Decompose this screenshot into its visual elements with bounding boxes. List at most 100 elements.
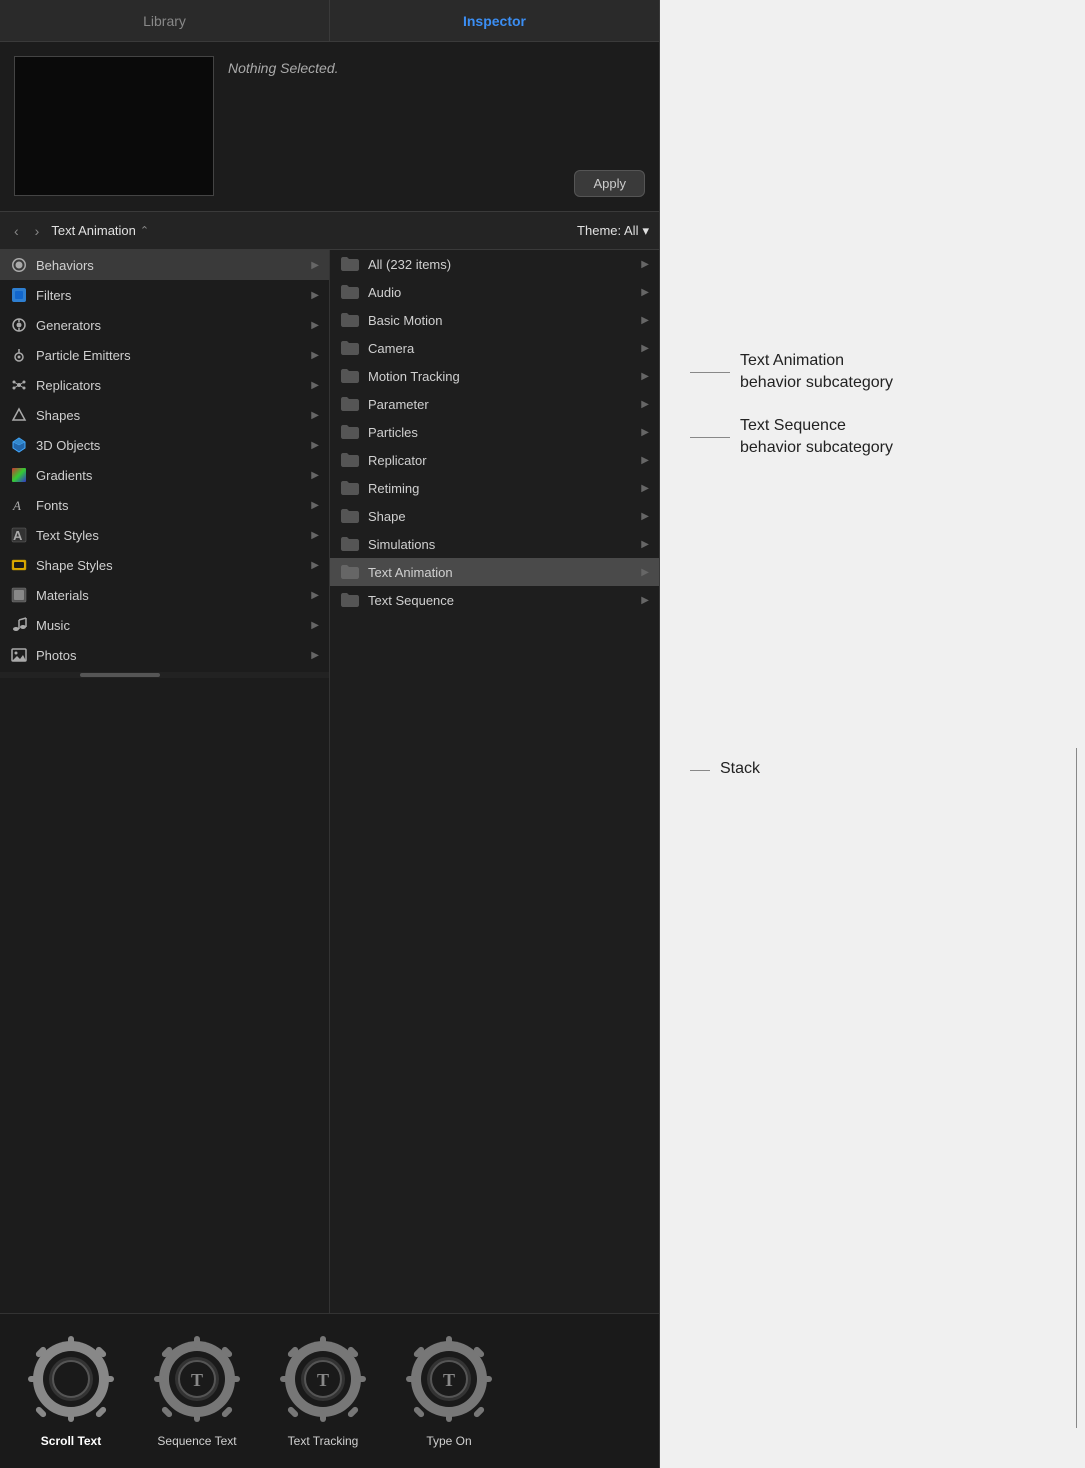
tab-library[interactable]: Library bbox=[0, 0, 330, 41]
nav-back-button[interactable]: ‹ bbox=[10, 221, 23, 241]
preview-item-sequence-text[interactable]: T Sequence Text bbox=[142, 1334, 252, 1448]
preview-area: Nothing Selected. Apply bbox=[0, 42, 659, 212]
type-on-gear-icon: T bbox=[404, 1334, 494, 1424]
type-on-label: Type On bbox=[426, 1434, 471, 1448]
left-panel: Library Inspector Nothing Selected. Appl… bbox=[0, 0, 660, 1468]
gradients-arrow-icon: ▶ bbox=[311, 470, 319, 481]
subcat-audio-arrow-icon: ▶ bbox=[641, 287, 649, 298]
subcat-basic-motion[interactable]: Basic Motion ▶ bbox=[330, 306, 659, 334]
nav-forward-button[interactable]: › bbox=[31, 221, 44, 241]
folder-shape-icon bbox=[340, 508, 360, 524]
categories-panel: Behaviors ▶ Filters ▶ bbox=[0, 250, 330, 1313]
text-styles-label: Text Styles bbox=[36, 528, 303, 543]
nav-theme-chevron-icon: ▾ bbox=[642, 223, 649, 239]
preview-item-scroll-text[interactable]: Scroll Text bbox=[16, 1334, 126, 1448]
fonts-label: Fonts bbox=[36, 498, 303, 513]
category-item-behaviors[interactable]: Behaviors ▶ bbox=[0, 250, 329, 280]
text-sequence-annotation-text: Text Sequencebehavior subcategory bbox=[740, 415, 893, 460]
subcat-audio[interactable]: Audio ▶ bbox=[330, 278, 659, 306]
behaviors-arrow-icon: ▶ bbox=[311, 260, 319, 271]
svg-text:A: A bbox=[12, 498, 21, 513]
subcat-particles-label: Particles bbox=[368, 425, 418, 440]
subcat-all-label: All (232 items) bbox=[368, 257, 451, 272]
preview-item-text-tracking[interactable]: T Text Tracking bbox=[268, 1334, 378, 1448]
fonts-icon: A bbox=[10, 496, 28, 514]
category-item-gradients[interactable]: Gradients ▶ bbox=[0, 460, 329, 490]
category-item-shape-styles[interactable]: Shape Styles ▶ bbox=[0, 550, 329, 580]
apply-button[interactable]: Apply bbox=[574, 170, 645, 197]
category-item-filters[interactable]: Filters ▶ bbox=[0, 280, 329, 310]
folder-audio-icon bbox=[340, 284, 360, 300]
subcat-simulations[interactable]: Simulations ▶ bbox=[330, 530, 659, 558]
subcat-particles-arrow-icon: ▶ bbox=[641, 427, 649, 438]
subcat-camera[interactable]: Camera ▶ bbox=[330, 334, 659, 362]
subcat-motion-tracking-arrow-icon: ▶ bbox=[641, 371, 649, 382]
folder-text-animation-icon bbox=[340, 564, 360, 580]
filters-label: Filters bbox=[36, 288, 303, 303]
svg-text:T: T bbox=[443, 1370, 455, 1390]
preview-items-area: Scroll Text bbox=[0, 1313, 659, 1468]
category-item-shapes[interactable]: Shapes ▶ bbox=[0, 400, 329, 430]
subcat-motion-tracking[interactable]: Motion Tracking ▶ bbox=[330, 362, 659, 390]
category-item-music[interactable]: Music ▶ bbox=[0, 610, 329, 640]
subcat-retiming-label: Retiming bbox=[368, 481, 419, 496]
nav-theme-selector[interactable]: Theme: All ▾ bbox=[577, 223, 649, 239]
music-icon bbox=[10, 616, 28, 634]
photos-icon bbox=[10, 646, 28, 664]
folder-parameter-icon bbox=[340, 396, 360, 412]
category-item-generators[interactable]: Generators ▶ bbox=[0, 310, 329, 340]
generators-label: Generators bbox=[36, 318, 303, 333]
folder-retiming-icon bbox=[340, 480, 360, 496]
nav-theme-label: Theme: All bbox=[577, 223, 638, 238]
nothing-selected-label: Nothing Selected. bbox=[228, 60, 645, 76]
text-styles-icon: A bbox=[10, 526, 28, 544]
subcat-replicator[interactable]: Replicator ▶ bbox=[330, 446, 659, 474]
subcat-shape-arrow-icon: ▶ bbox=[641, 511, 649, 522]
behaviors-icon bbox=[10, 256, 28, 274]
preview-thumbnail bbox=[14, 56, 214, 196]
filters-icon bbox=[10, 286, 28, 304]
gradients-icon bbox=[10, 466, 28, 484]
text-animation-annotation: Text Animationbehavior subcategory bbox=[690, 350, 893, 395]
svg-text:A: A bbox=[13, 528, 23, 543]
subcat-all[interactable]: All (232 items) ▶ bbox=[330, 250, 659, 278]
category-item-materials[interactable]: Materials ▶ bbox=[0, 580, 329, 610]
folder-all-icon bbox=[340, 256, 360, 272]
subcat-text-animation[interactable]: Text Animation ▶ bbox=[330, 558, 659, 586]
particle-emitters-icon bbox=[10, 346, 28, 364]
category-item-fonts[interactable]: A Fonts ▶ bbox=[0, 490, 329, 520]
tab-inspector[interactable]: Inspector bbox=[330, 0, 659, 41]
subcat-simulations-label: Simulations bbox=[368, 537, 435, 552]
category-item-replicators[interactable]: Replicators ▶ bbox=[0, 370, 329, 400]
fonts-arrow-icon: ▶ bbox=[311, 500, 319, 511]
category-item-text-styles[interactable]: A Text Styles ▶ bbox=[0, 520, 329, 550]
subcat-particles[interactable]: Particles ▶ bbox=[330, 418, 659, 446]
preview-item-type-on[interactable]: T Type On bbox=[394, 1334, 504, 1448]
category-item-particle-emitters[interactable]: Particle Emitters ▶ bbox=[0, 340, 329, 370]
nav-title[interactable]: Text Animation ⌃ bbox=[51, 223, 149, 238]
category-item-photos[interactable]: Photos ▶ bbox=[0, 640, 329, 670]
tab-bar: Library Inspector bbox=[0, 0, 659, 42]
category-item-3d-objects[interactable]: 3D Objects ▶ bbox=[0, 430, 329, 460]
subcat-all-arrow-icon: ▶ bbox=[641, 259, 649, 270]
shapes-label: Shapes bbox=[36, 408, 303, 423]
stack-label-area: Stack bbox=[690, 760, 760, 778]
subcat-shape-label: Shape bbox=[368, 509, 406, 524]
subcat-retiming-arrow-icon: ▶ bbox=[641, 483, 649, 494]
folder-motion-tracking-icon bbox=[340, 368, 360, 384]
particle-emitters-arrow-icon: ▶ bbox=[311, 350, 319, 361]
subcat-text-sequence[interactable]: Text Sequence ▶ bbox=[330, 586, 659, 614]
materials-arrow-icon: ▶ bbox=[311, 590, 319, 601]
nav-bar: ‹ › Text Animation ⌃ Theme: All ▾ bbox=[0, 212, 659, 250]
subcat-retiming[interactable]: Retiming ▶ bbox=[330, 474, 659, 502]
text-tracking-gear-icon: T bbox=[278, 1334, 368, 1424]
subcat-parameter[interactable]: Parameter ▶ bbox=[330, 390, 659, 418]
replicators-icon bbox=[10, 376, 28, 394]
subcat-replicator-label: Replicator bbox=[368, 453, 427, 468]
music-label: Music bbox=[36, 618, 303, 633]
scroll-text-label: Scroll Text bbox=[41, 1434, 101, 1448]
folder-simulations-icon bbox=[340, 536, 360, 552]
subcat-shape[interactable]: Shape ▶ bbox=[330, 502, 659, 530]
folder-camera-icon bbox=[340, 340, 360, 356]
subcat-audio-label: Audio bbox=[368, 285, 401, 300]
